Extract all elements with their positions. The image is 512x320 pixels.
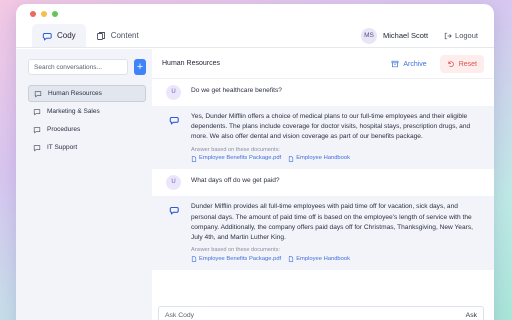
bot-message: Yes, Dunder Mifflin offers a choice of m…: [152, 106, 494, 170]
ask-button[interactable]: Ask: [466, 312, 477, 319]
source-link-label: Employee Handbook: [296, 255, 351, 262]
sidebar-item-label: IT Support: [47, 144, 78, 151]
tab-content[interactable]: Content: [86, 24, 149, 47]
document-icon: [289, 256, 294, 263]
source-documents: Employee Benefits Package.pdf Employee H…: [191, 255, 484, 264]
message-icon: [33, 144, 41, 152]
archive-icon: [391, 60, 399, 68]
source-link[interactable]: Employee Handbook: [288, 255, 350, 264]
user-message-avatar: U: [166, 85, 181, 100]
document-icon: [191, 256, 197, 263]
user-area: MS Michael Scott Logout: [361, 24, 478, 47]
source-link-label: Employee Handbook: [296, 155, 351, 162]
sidebar: + Human Resources Marketing & Sales Proc…: [16, 49, 152, 320]
message-text: Yes, Dunder Mifflin offers a choice of m…: [191, 113, 471, 141]
tab-cody[interactable]: Cody: [32, 24, 86, 47]
tab-cody-label: Cody: [57, 31, 76, 40]
logout-icon: [444, 32, 452, 39]
user-avatar[interactable]: MS: [361, 27, 378, 44]
message-text: What days off do we get paid?: [191, 177, 280, 185]
chat-bubble-icon: [42, 32, 52, 41]
cody-avatar: [166, 202, 181, 217]
source-link[interactable]: Employee Benefits Package.pdf: [191, 154, 281, 163]
message-icon: [33, 108, 41, 116]
cody-avatar: [166, 112, 181, 127]
archive-button[interactable]: Archive: [384, 55, 433, 73]
reset-icon: [448, 61, 454, 67]
minimize-window-dot[interactable]: [41, 11, 47, 17]
message-text: Dunder Mifflin provides all full-time em…: [191, 203, 473, 241]
conversation-list: Human Resources Marketing & Sales Proced…: [28, 85, 146, 156]
source-documents: Employee Benefits Package.pdf Employee H…: [191, 154, 484, 163]
document-icon: [289, 156, 294, 162]
cody-bot-icon: [169, 206, 179, 215]
user-message: U Do we get healthcare benefits?: [152, 79, 494, 106]
chat-header: Human Resources Archive Reset: [152, 49, 494, 79]
message-icon: [33, 126, 41, 134]
sidebar-item-it-support[interactable]: IT Support: [28, 139, 146, 156]
ask-input[interactable]: [165, 311, 466, 319]
message-text: Do we get healthcare benefits?: [191, 87, 282, 94]
documents-icon: [96, 31, 105, 40]
user-name: Michael Scott: [383, 31, 429, 40]
chat-panel: Human Resources Archive Reset U Do we ge…: [152, 49, 494, 320]
sidebar-item-label: Human Resources: [48, 90, 102, 97]
reset-label: Reset: [458, 60, 477, 68]
new-conversation-button[interactable]: +: [134, 59, 146, 75]
sidebar-item-human-resources[interactable]: Human Resources: [28, 85, 146, 102]
sidebar-item-label: Procedures: [47, 126, 81, 133]
app-window: Cody Content MS Michael Scott Logout +: [16, 4, 494, 320]
ask-bar: Ask: [158, 306, 484, 320]
title-bar: [16, 4, 494, 24]
sources-label: Answer based on these documents:: [191, 247, 280, 254]
source-link-label: Employee Benefits Package.pdf: [199, 255, 282, 262]
reset-button[interactable]: Reset: [439, 55, 484, 73]
logout-label: Logout: [455, 31, 478, 40]
source-link[interactable]: Employee Handbook: [288, 154, 350, 163]
archive-label: Archive: [403, 60, 427, 68]
maximize-window-dot[interactable]: [52, 11, 58, 17]
message-icon: [34, 90, 42, 98]
close-window-dot[interactable]: [30, 11, 36, 17]
tab-content-label: Content: [110, 31, 139, 40]
sidebar-item-procedures[interactable]: Procedures: [28, 121, 146, 138]
logout-button[interactable]: Logout: [444, 31, 478, 40]
sidebar-item-label: Marketing & Sales: [47, 108, 100, 115]
source-link[interactable]: Employee Benefits Package.pdf: [191, 255, 281, 264]
page-title: Human Resources: [162, 60, 220, 67]
sidebar-item-marketing-sales[interactable]: Marketing & Sales: [28, 103, 146, 120]
document-icon: [191, 156, 197, 162]
user-message-avatar: U: [166, 175, 181, 191]
cody-bot-icon: [169, 116, 179, 125]
search-conversations-input[interactable]: [28, 59, 128, 75]
sources-label: Answer based on these documents:: [191, 146, 280, 153]
bot-message: Dunder Mifflin provides all full-time em…: [152, 196, 494, 270]
source-link-label: Employee Benefits Package.pdf: [199, 155, 282, 162]
user-message: U What days off do we get paid?: [152, 169, 494, 196]
top-nav: Cody Content MS Michael Scott Logout: [16, 24, 494, 48]
